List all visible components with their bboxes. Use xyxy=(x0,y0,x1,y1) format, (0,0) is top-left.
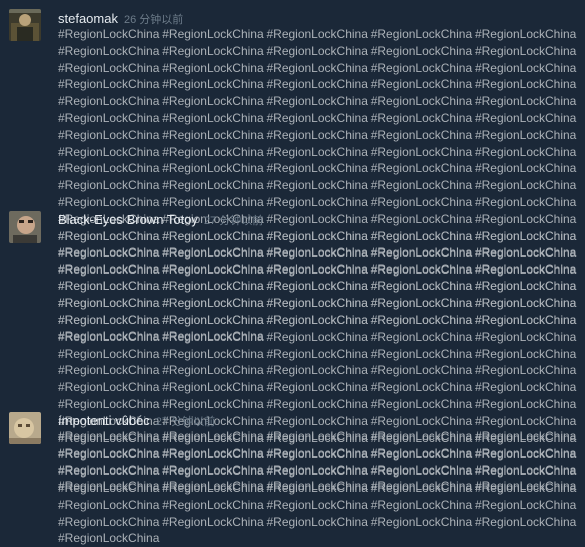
comment-timestamp: 27 分钟以前 xyxy=(155,416,216,428)
comment-author[interactable]: Black-Eyes Brown Totoy xyxy=(58,212,198,227)
comment-author[interactable]: stefaomak xyxy=(58,11,118,26)
comment-text: #RegionLockChina #RegionLockChina #Regio… xyxy=(58,429,577,494)
avatar[interactable] xyxy=(9,412,41,444)
comment-timestamp: 26 分钟以前 xyxy=(123,14,184,26)
comment-text: #RegionLockChina #RegionLockChina #Regio… xyxy=(58,229,577,546)
comment-author[interactable]: ímpotenti vûbéc xyxy=(58,413,150,428)
comment-timestamp: 27 分钟以前 xyxy=(203,215,264,227)
avatar[interactable] xyxy=(9,211,41,243)
avatar[interactable] xyxy=(9,9,41,41)
